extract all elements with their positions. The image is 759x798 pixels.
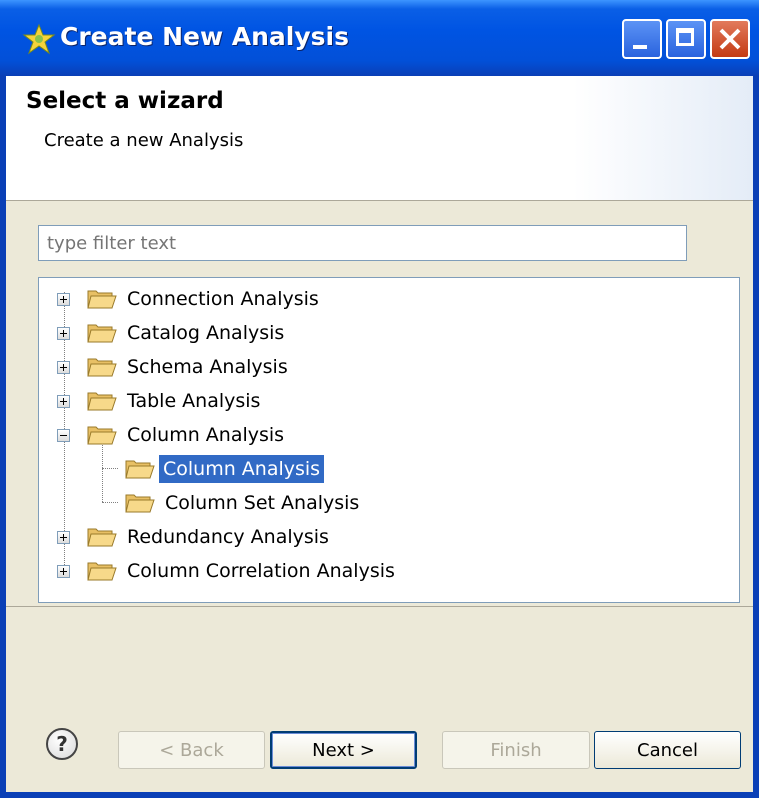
wizard-header: Select a wizard Create a new Analysis xyxy=(6,76,753,201)
folder-open-icon xyxy=(87,426,117,445)
header-banner-graphic xyxy=(573,76,753,200)
tree-item-column-set-analysis[interactable]: Column Set Analysis xyxy=(39,488,439,518)
tree-item-column-analysis-child[interactable]: Column Analysis xyxy=(39,454,439,484)
help-button[interactable]: ? xyxy=(46,728,78,760)
tree-item-label: Connection Analysis xyxy=(127,288,319,310)
window-border-bottom xyxy=(0,792,759,798)
star-icon xyxy=(22,23,56,55)
cancel-button[interactable]: Cancel xyxy=(594,731,741,769)
expand-icon[interactable] xyxy=(57,293,70,306)
tree-item-label: Column Analysis xyxy=(127,424,285,446)
minimize-button[interactable] xyxy=(622,19,662,59)
expand-icon[interactable] xyxy=(57,395,70,408)
tree-item-label-selected: Column Analysis xyxy=(159,455,325,483)
folder-icon xyxy=(87,392,117,411)
window-title: Create New Analysis xyxy=(60,22,350,51)
tree-item-schema-analysis[interactable]: Schema Analysis xyxy=(39,352,439,382)
tree-item-label: Schema Analysis xyxy=(127,356,288,378)
expand-icon[interactable] xyxy=(57,361,70,374)
tree-item-label: Table Analysis xyxy=(127,390,261,412)
tree-item-label: Catalog Analysis xyxy=(127,322,285,344)
folder-icon xyxy=(87,562,117,581)
tree-item-catalog-analysis[interactable]: Catalog Analysis xyxy=(39,318,439,348)
window-border-right xyxy=(753,76,759,798)
tree-item-label: Column Set Analysis xyxy=(165,492,360,514)
wizard-tree[interactable]: Connection Analysis Catalog Analysis Sch… xyxy=(38,277,740,603)
folder-open-icon xyxy=(125,494,155,513)
tree-item-redundancy-analysis[interactable]: Redundancy Analysis xyxy=(39,522,439,552)
divider xyxy=(6,606,753,607)
next-button[interactable]: Next > xyxy=(270,731,417,769)
tree-item-connection-analysis[interactable]: Connection Analysis xyxy=(39,284,439,314)
expand-icon[interactable] xyxy=(57,531,70,544)
expand-icon[interactable] xyxy=(57,565,70,578)
page-title: Select a wizard xyxy=(26,88,224,114)
folder-icon xyxy=(87,290,117,309)
tree-item-label: Redundancy Analysis xyxy=(127,526,329,548)
tree-item-table-analysis[interactable]: Table Analysis xyxy=(39,386,439,416)
collapse-icon[interactable] xyxy=(57,429,70,442)
folder-icon xyxy=(87,358,117,377)
close-icon xyxy=(719,28,741,50)
page-subtitle: Create a new Analysis xyxy=(44,130,244,151)
filter-input[interactable] xyxy=(38,225,687,261)
folder-icon xyxy=(87,528,117,547)
expand-icon[interactable] xyxy=(57,327,70,340)
title-bar[interactable]: Create New Analysis xyxy=(0,0,759,76)
finish-button[interactable]: Finish xyxy=(442,731,590,769)
tree-item-column-analysis[interactable]: Column Analysis xyxy=(39,420,439,450)
folder-open-icon xyxy=(125,460,155,479)
create-new-analysis-dialog: Create New Analysis Select a wizard Crea… xyxy=(0,0,759,798)
folder-icon xyxy=(87,324,117,343)
close-button[interactable] xyxy=(710,19,750,59)
tree-item-label: Column Correlation Analysis xyxy=(127,560,395,582)
maximize-button[interactable] xyxy=(666,19,706,59)
back-button[interactable]: < Back xyxy=(118,731,265,769)
tree-item-column-correlation-analysis[interactable]: Column Correlation Analysis xyxy=(39,556,459,586)
